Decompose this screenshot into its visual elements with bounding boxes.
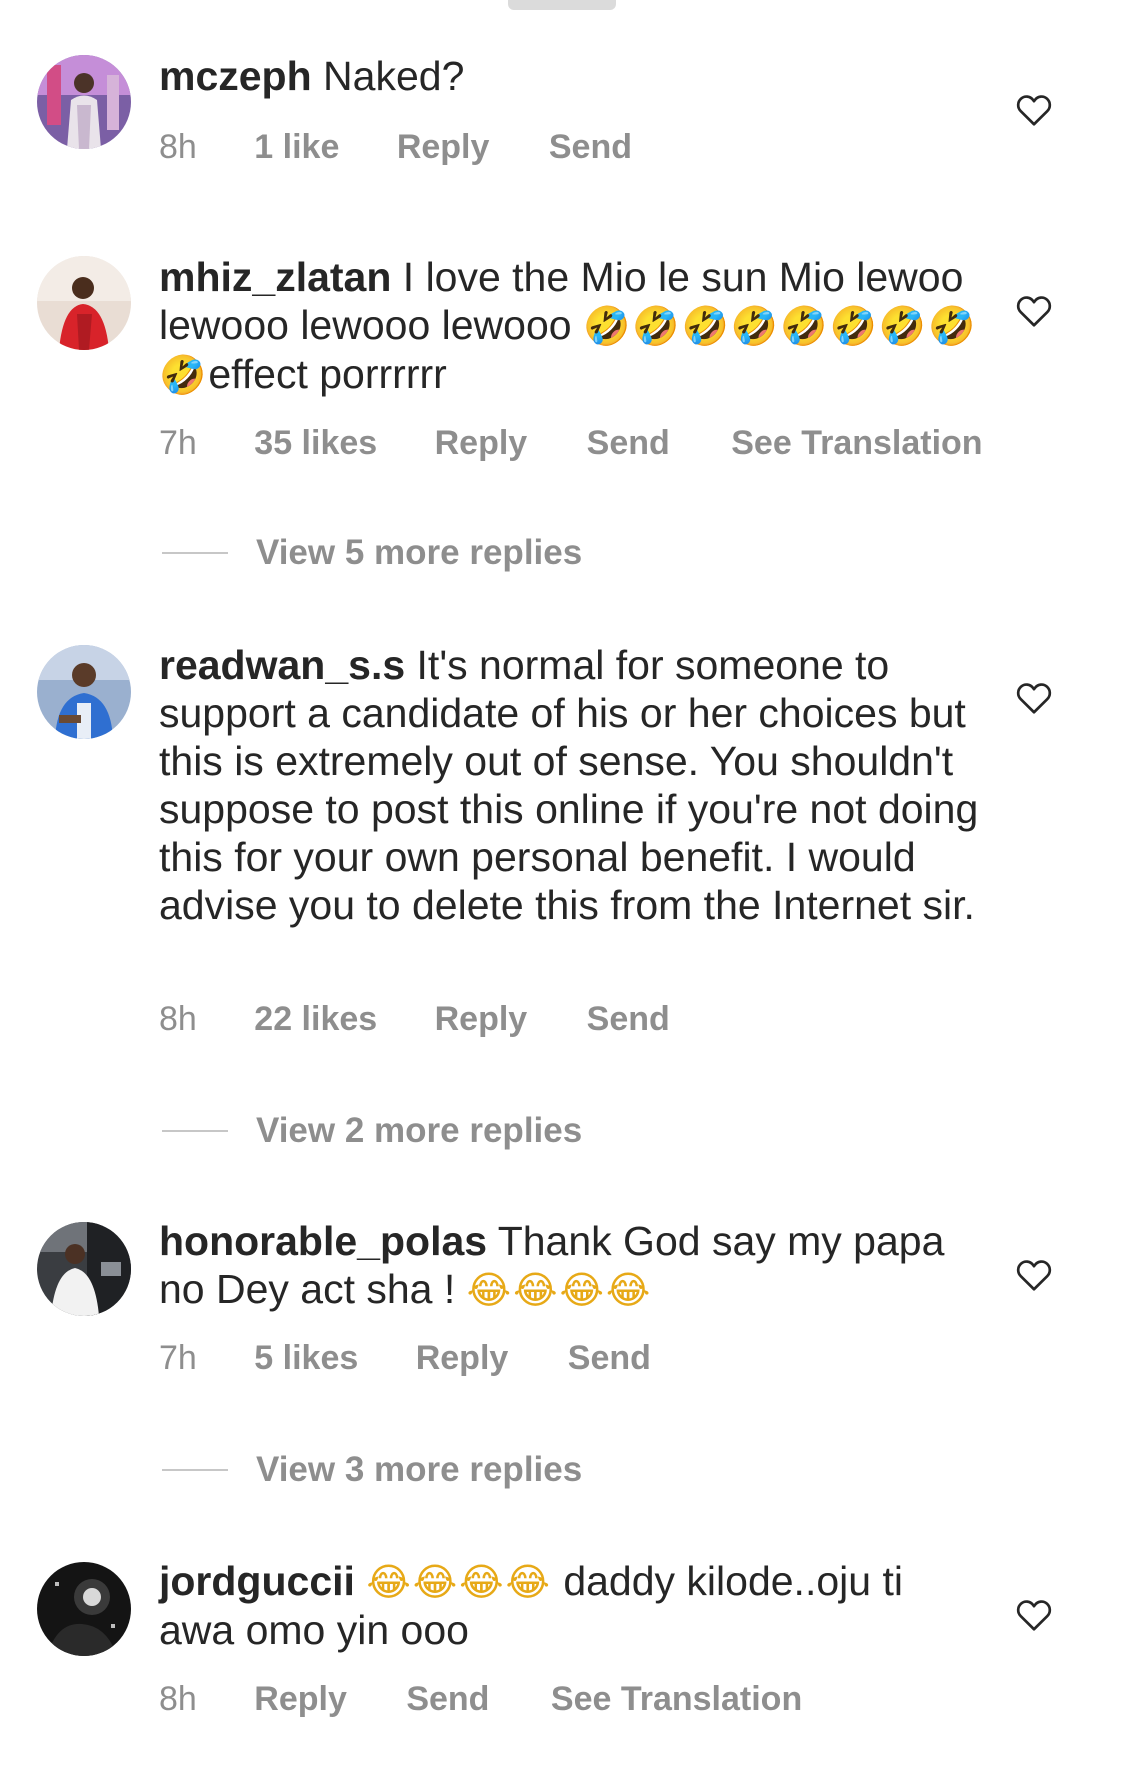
comment-actions: 8h Reply Send See Translation xyxy=(159,1680,802,1719)
comment-actions: 8h 1 like Reply Send xyxy=(159,128,684,167)
comment-likes[interactable]: 5 likes xyxy=(254,1339,358,1378)
see-translation-button[interactable]: See Translation xyxy=(551,1680,802,1719)
reply-button[interactable]: Reply xyxy=(254,1680,347,1719)
joy-emoji: 😂😂😂😂 xyxy=(366,1560,552,1604)
comment-likes[interactable]: 1 like xyxy=(254,128,339,167)
comment-actions: 8h 22 likes Reply Send xyxy=(159,1000,722,1039)
comment-text: mhiz_zlatan I love the Mio le sun Mio le… xyxy=(159,253,989,399)
send-button[interactable]: Send xyxy=(587,1000,670,1039)
comment-time: 8h xyxy=(159,128,197,166)
comment-username[interactable]: honorable_polas xyxy=(159,1218,487,1264)
comment-likes[interactable]: 35 likes xyxy=(254,424,377,463)
avatar[interactable] xyxy=(37,1562,131,1656)
send-button[interactable]: Send xyxy=(568,1339,651,1378)
reply-button[interactable]: Reply xyxy=(397,128,490,167)
comment-username[interactable]: readwan_s.s xyxy=(159,642,405,688)
view-replies-label[interactable]: View 5 more replies xyxy=(256,533,582,573)
see-translation-button[interactable]: See Translation xyxy=(731,424,982,463)
avatar[interactable] xyxy=(37,645,131,739)
comment-text: readwan_s.s It's normal for someone to s… xyxy=(159,641,989,929)
view-more-replies[interactable]: View 3 more replies xyxy=(162,1450,582,1490)
comment-actions: 7h 5 likes Reply Send xyxy=(159,1339,703,1378)
heart-icon[interactable] xyxy=(1016,93,1052,127)
comment-username[interactable]: mczeph xyxy=(159,53,312,99)
view-more-replies[interactable]: View 5 more replies xyxy=(162,533,582,573)
reply-button[interactable]: Reply xyxy=(416,1339,509,1378)
view-more-replies[interactable]: View 2 more replies xyxy=(162,1111,582,1151)
comment-body xyxy=(355,1558,366,1604)
send-button[interactable]: Send xyxy=(587,424,670,463)
comment-time: 8h xyxy=(159,1680,197,1718)
avatar[interactable] xyxy=(37,256,131,350)
reply-button[interactable]: Reply xyxy=(435,424,528,463)
comment-username[interactable]: jordguccii xyxy=(159,1558,355,1604)
comment-time: 8h xyxy=(159,1000,197,1038)
comment-time: 7h xyxy=(159,424,197,462)
comment-text: jordguccii 😂😂😂😂 daddy kilode..oju ti awa… xyxy=(159,1557,989,1654)
replies-divider xyxy=(162,552,228,554)
view-replies-label[interactable]: View 2 more replies xyxy=(256,1111,582,1151)
comment-likes[interactable]: 22 likes xyxy=(254,1000,377,1039)
comment-body-tail: effect porrrrrr xyxy=(208,351,447,397)
avatar[interactable] xyxy=(37,1222,131,1316)
comment-actions: 7h 35 likes Reply Send See Translation xyxy=(159,424,983,463)
reply-button[interactable]: Reply xyxy=(435,1000,528,1039)
comment-body: Naked? xyxy=(311,53,465,99)
replies-divider xyxy=(162,1130,228,1132)
heart-icon[interactable] xyxy=(1016,294,1052,328)
heart-icon[interactable] xyxy=(1016,681,1052,715)
send-button[interactable]: Send xyxy=(549,128,632,167)
comment-text: honorable_polas Thank God say my papa no… xyxy=(159,1217,989,1314)
heart-icon[interactable] xyxy=(1016,1258,1052,1292)
avatar[interactable] xyxy=(37,55,131,149)
comment-time: 7h xyxy=(159,1339,197,1377)
comment-text: mczeph Naked? xyxy=(159,52,989,100)
replies-divider xyxy=(162,1469,228,1471)
heart-icon[interactable] xyxy=(1016,1598,1052,1632)
comment-username[interactable]: mhiz_zlatan xyxy=(159,254,391,300)
sheet-drag-handle[interactable] xyxy=(508,0,616,10)
send-button[interactable]: Send xyxy=(406,1680,489,1719)
joy-emoji: 😂😂😂😂 xyxy=(466,1268,653,1312)
view-replies-label[interactable]: View 3 more replies xyxy=(256,1450,582,1490)
